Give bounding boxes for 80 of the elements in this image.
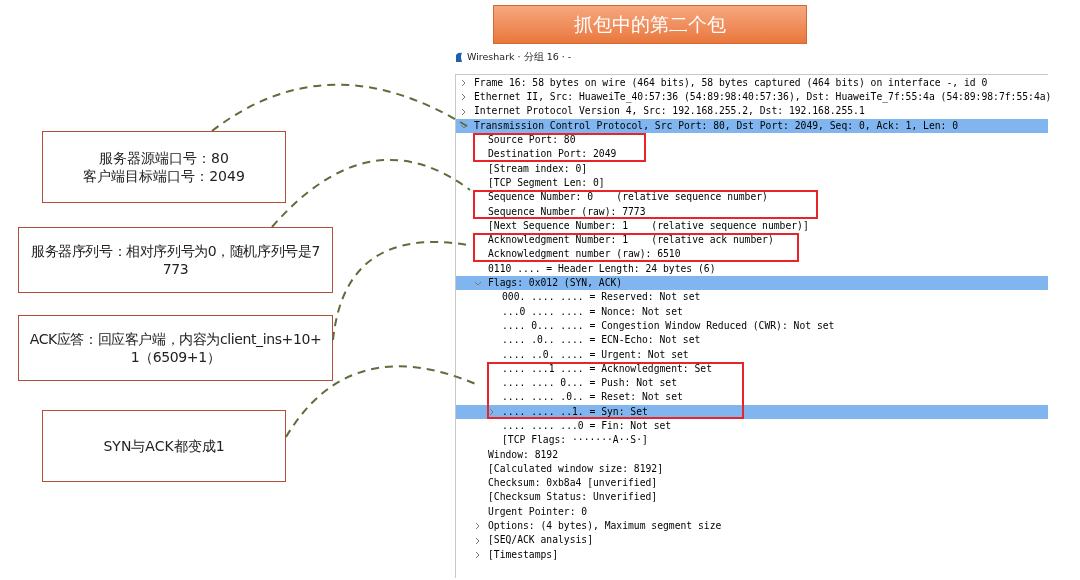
tree-row[interactable]: Frame 16: 58 bytes on wire (464 bits), 58 bytes captured (464 bits) on interface -, id 0: [456, 76, 1048, 91]
tree-row[interactable]: [SEQ/ACK analysis]: [456, 533, 1048, 548]
tree-row[interactable]: 0110 .... = Header Length: 24 bytes (6): [456, 261, 1048, 277]
shark-fin-icon: [455, 52, 463, 62]
tree-row-text: [TCP Segment Len: 0]: [488, 175, 605, 190]
tree-row[interactable]: [Calculated window size: 8192]: [456, 462, 1048, 477]
tree-row[interactable]: Internet Protocol Version 4, Src: 192.168.255.2, Dst: 192.168.255.1: [456, 104, 1048, 119]
chevron-right-icon[interactable]: [460, 79, 467, 88]
tree-row-text: .... .0.. .... = ECN-Echo: Not set: [502, 333, 701, 348]
tree-row[interactable]: Options: (4 bytes), Maximum segment size: [456, 519, 1048, 534]
tree-row-text: Window: 8192: [488, 447, 558, 462]
tree-row[interactable]: Acknowledgment Number: 1 (relative ack number): [456, 233, 1048, 248]
tree-row-text: Frame 16: 58 bytes on wire (464 bits), 58 bytes captured (464 bits) on interface -, id 0: [474, 75, 988, 90]
tree-row[interactable]: [TCP Segment Len: 0]: [456, 176, 1048, 191]
tree-row-text: .... .... 0... = Push: Not set: [502, 376, 677, 391]
tree-row-text: .... ..0. .... = Urgent: Not set: [502, 347, 689, 362]
tree-row-text: [Checksum Status: Unverified]: [488, 490, 658, 505]
tree-row-text: Acknowledgment number (raw): 6510: [488, 247, 681, 262]
tree-row[interactable]: Sequence Number: 0 (relative sequence number): [456, 190, 1048, 205]
tree-row-text: 000. .... .... = Reserved: Not set: [502, 290, 701, 305]
tree-row-text: ...0 .... .... = Nonce: Not set: [502, 304, 683, 319]
tree-row[interactable]: [Checksum Status: Unverified]: [456, 490, 1048, 505]
chevron-right-icon[interactable]: [474, 550, 481, 559]
chevron-right-icon[interactable]: [474, 522, 481, 531]
chevron-right-icon[interactable]: [474, 536, 481, 545]
tree-row[interactable]: .... .... 0... = Push: Not set: [456, 376, 1048, 391]
tree-row-text: 0110 .... = Header Length: 24 bytes (6): [488, 261, 716, 276]
tree-row-text: Source Port: 80: [488, 133, 576, 148]
tree-row[interactable]: Acknowledgment number (raw): 6510: [456, 247, 1048, 262]
tree-row[interactable]: .... .... ..1. = Syn: Set: [456, 404, 1048, 420]
tree-row-text: Urgent Pointer: 0: [488, 504, 588, 519]
tree-row-text: Checksum: 0xb8a4 [unverified]: [488, 476, 658, 491]
window-title: Wireshark · 分组 16 · -: [467, 49, 572, 64]
callout-box: SYN与ACK都变成1: [42, 410, 286, 482]
tree-row[interactable]: .... ...1 .... = Acknowledgment: Set: [456, 361, 1048, 377]
tree-row-text: .... ...1 .... = Acknowledgment: Set: [502, 361, 712, 376]
callout-box: 服务器序列号：相对序列号为0，随机序列号是7773: [18, 227, 333, 293]
callout-box: 服务器源端口号：80 客户端目标端口号：2049: [42, 131, 286, 203]
tree-row[interactable]: [Timestamps]: [456, 547, 1048, 563]
tree-row-text: [Timestamps]: [488, 547, 558, 562]
tree-row[interactable]: Sequence Number (raw): 7773: [456, 204, 1048, 219]
tree-row[interactable]: .... ..0. .... = Urgent: Not set: [456, 347, 1048, 362]
tree-row-text: Sequence Number (raw): 7773: [488, 204, 646, 219]
tree-row-text: .... .... ...0 = Fin: Not set: [502, 419, 672, 433]
tree-row-text: [Stream index: 0]: [488, 161, 588, 176]
chevron-right-icon[interactable]: [460, 107, 467, 116]
tree-row-text: [TCP Flags: ·······A··S·]: [502, 433, 648, 448]
tree-row-text: Transmission Control Protocol, Src Port: 80, Dst Port: 2049, Seq: 0, Ack: 1, Len: 0: [474, 118, 959, 133]
tree-row-text: [SEQ/ACK analysis]: [488, 533, 593, 548]
tree-row[interactable]: .... .... ...0 = Fin: Not set: [456, 419, 1048, 434]
banner-title: 抓包中的第二个包: [493, 5, 807, 44]
chevron-right-icon[interactable]: [460, 93, 467, 102]
tree-row[interactable]: Source Port: 80: [456, 133, 1048, 148]
tree-row[interactable]: Flags: 0x012 (SYN, ACK): [456, 276, 1048, 291]
tree-row-text: Flags: 0x012 (SYN, ACK): [488, 276, 623, 291]
tree-row-text: Internet Protocol Version 4, Src: 192.168.255.2, Dst: 192.168.255.1: [474, 104, 865, 119]
tree-row[interactable]: [Next Sequence Number: 1 (relative sequence number)]: [456, 218, 1048, 234]
tree-row-text: Sequence Number: 0 (relative sequence number): [488, 190, 768, 205]
tree-row[interactable]: Transmission Control Protocol, Src Port: 80, Dst Port: 2049, Seq: 0, Ack: 1, Len: 0: [456, 118, 1048, 134]
tree-row[interactable]: Window: 8192: [456, 447, 1048, 462]
tree-row[interactable]: .... .0.. .... = ECN-Echo: Not set: [456, 333, 1048, 348]
tree-row-text: .... .... ..1. = Syn: Set: [502, 404, 648, 419]
tree-row-text: Acknowledgment Number: 1 (relative ack number): [488, 233, 774, 248]
tree-row-text: [Calculated window size: 8192]: [488, 461, 663, 476]
tree-row[interactable]: Checksum: 0xb8a4 [unverified]: [456, 476, 1048, 491]
tree-row[interactable]: .... .... .0.. = Reset: Not set: [456, 390, 1048, 405]
tree-row-text: .... .... .0.. = Reset: Not set: [502, 390, 683, 405]
tree-row[interactable]: [Stream index: 0]: [456, 161, 1048, 177]
tree-row[interactable]: .... 0... .... = Congestion Window Reduced (CWR): Not set: [456, 319, 1048, 334]
tree-row-text: Options: (4 bytes), Maximum segment size: [488, 519, 722, 534]
tree-row-text: .... 0... .... = Congestion Window Reduced (CWR): Not set: [502, 318, 835, 333]
tree-row[interactable]: Destination Port: 2049: [456, 147, 1048, 162]
chevron-down-icon[interactable]: [460, 122, 468, 130]
tree-row[interactable]: ...0 .... .... = Nonce: Not set: [456, 304, 1048, 320]
tree-row-text: Destination Port: 2049: [488, 147, 617, 162]
tree-row[interactable]: 000. .... .... = Reserved: Not set: [456, 290, 1048, 305]
callout-box: ACK应答：回应客户端，内容为client_ins+10+1（6509+1）: [18, 315, 333, 381]
tree-row-text: [Next Sequence Number: 1 (relative sequence number)]: [488, 218, 809, 233]
tree-row[interactable]: [TCP Flags: ·······A··S·]: [456, 433, 1048, 448]
tree-row[interactable]: Urgent Pointer: 0: [456, 504, 1048, 520]
